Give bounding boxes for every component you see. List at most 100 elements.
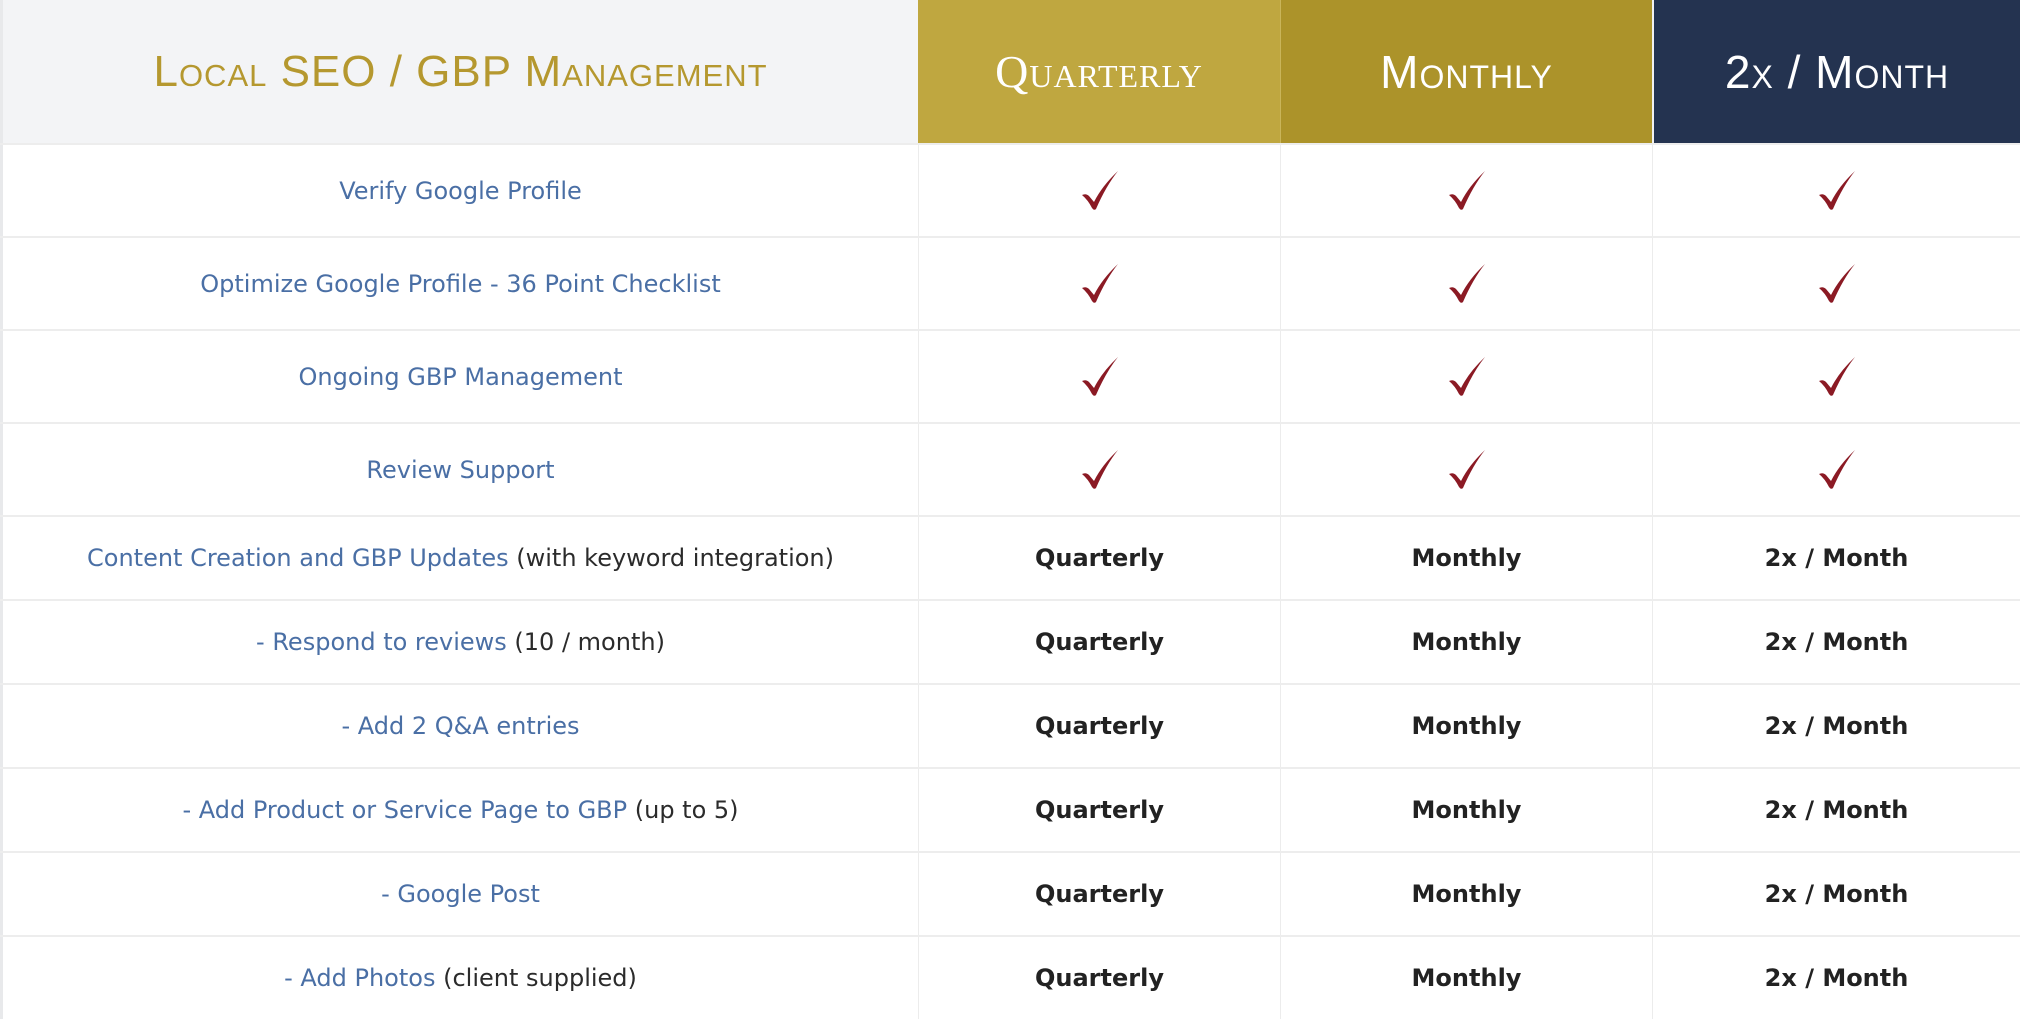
twice-monthly-cell	[1652, 145, 2020, 236]
feature-label: Review Support	[366, 455, 555, 484]
frequency-value: Monthly	[1411, 796, 1522, 824]
monthly-cell	[1280, 424, 1652, 515]
monthly-cell	[1280, 238, 1652, 329]
monthly-cell: Monthly	[1280, 853, 1652, 935]
frequency-value: Monthly	[1411, 964, 1522, 992]
monthly-cell: Monthly	[1280, 685, 1652, 767]
frequency-value: 2x / Month	[1764, 544, 1909, 572]
twice-monthly-cell: 2x / Month	[1652, 601, 2020, 683]
table-row: - Add Product or Service Page to GBP (up…	[0, 767, 2020, 851]
checkmark-icon	[1447, 169, 1487, 213]
header-monthly: Monthly	[1280, 0, 1652, 143]
feature-cell: - Add Photos (client supplied)	[0, 937, 918, 1019]
checkmark-icon	[1447, 355, 1487, 399]
header-twice-monthly: 2x / Month	[1652, 0, 2020, 143]
table-row: Optimize Google Profile - 36 Point Check…	[0, 236, 2020, 329]
quarterly-cell	[918, 331, 1280, 422]
quarterly-cell: Quarterly	[918, 517, 1280, 599]
table-row: Review Support	[0, 422, 2020, 515]
feature-label: - Add 2 Q&A entries	[341, 712, 580, 740]
twice-monthly-cell	[1652, 238, 2020, 329]
feature-note: (10 / month)	[506, 628, 665, 656]
column-title-twice-monthly: 2x / Month	[1724, 45, 1950, 98]
table-row: - Respond to reviews (10 / month) Quarte…	[0, 599, 2020, 683]
quarterly-cell: Quarterly	[918, 601, 1280, 683]
table-row: - Add Photos (client supplied) Quarterly…	[0, 935, 2020, 1019]
table-row: Content Creation and GBP Updates (with k…	[0, 515, 2020, 599]
quarterly-cell	[918, 238, 1280, 329]
feature-label: Verify Google Profile	[339, 176, 582, 205]
feature-cell: - Add Product or Service Page to GBP (up…	[0, 769, 918, 851]
feature-note: (with keyword integration)	[508, 544, 834, 572]
frequency-value: Quarterly	[1035, 964, 1164, 992]
feature-label: Content Creation and GBP Updates	[87, 544, 509, 572]
feature-cell: Optimize Google Profile - 36 Point Check…	[0, 238, 918, 329]
frequency-value: 2x / Month	[1764, 712, 1909, 740]
column-title-quarterly: Quarterly	[995, 46, 1203, 97]
table-row: - Google Post Quarterly Monthly 2x / Mon…	[0, 851, 2020, 935]
feature-label: Ongoing GBP Management	[298, 362, 623, 391]
table-title: Local SEO / GBP Management	[153, 46, 768, 96]
twice-monthly-cell: 2x / Month	[1652, 853, 2020, 935]
checkmark-icon	[1447, 448, 1487, 492]
table-row: Verify Google Profile	[0, 143, 2020, 236]
quarterly-cell	[918, 145, 1280, 236]
checkmark-icon	[1080, 355, 1120, 399]
feature-cell: - Add 2 Q&A entries	[0, 685, 918, 767]
twice-monthly-cell: 2x / Month	[1652, 937, 2020, 1019]
checkmark-icon	[1447, 262, 1487, 306]
frequency-value: Monthly	[1411, 880, 1522, 908]
feature-cell: - Google Post	[0, 853, 918, 935]
frequency-value: Quarterly	[1035, 796, 1164, 824]
frequency-value: Monthly	[1411, 628, 1522, 656]
twice-monthly-cell: 2x / Month	[1652, 517, 2020, 599]
frequency-value: Quarterly	[1035, 628, 1164, 656]
checkmark-icon	[1817, 355, 1857, 399]
twice-monthly-cell: 2x / Month	[1652, 769, 2020, 851]
column-title-monthly: Monthly	[1380, 45, 1553, 98]
feature-note: (client supplied)	[435, 964, 637, 992]
frequency-value: 2x / Month	[1764, 964, 1909, 992]
frequency-value: Quarterly	[1035, 712, 1164, 740]
feature-label: Optimize Google Profile - 36 Point Check…	[200, 269, 721, 298]
monthly-cell: Monthly	[1280, 769, 1652, 851]
header-title-cell: Local SEO / GBP Management	[0, 0, 918, 143]
checkmark-icon	[1080, 262, 1120, 306]
frequency-value: 2x / Month	[1764, 880, 1909, 908]
quarterly-cell: Quarterly	[918, 937, 1280, 1019]
table-row: Ongoing GBP Management	[0, 329, 2020, 422]
twice-monthly-cell	[1652, 331, 2020, 422]
pricing-comparison-table: Local SEO / GBP Management Quarterly Mon…	[0, 0, 2020, 1019]
monthly-cell: Monthly	[1280, 517, 1652, 599]
feature-cell: Review Support	[0, 424, 918, 515]
checkmark-icon	[1817, 169, 1857, 213]
feature-cell: - Respond to reviews (10 / month)	[0, 601, 918, 683]
feature-label: - Respond to reviews	[256, 628, 507, 656]
feature-label: - Add Product or Service Page to GBP	[182, 796, 628, 824]
frequency-value: Quarterly	[1035, 880, 1164, 908]
quarterly-cell: Quarterly	[918, 685, 1280, 767]
feature-cell: Ongoing GBP Management	[0, 331, 918, 422]
checkmark-icon	[1817, 262, 1857, 306]
frequency-value: Monthly	[1411, 712, 1522, 740]
header-quarterly: Quarterly	[918, 0, 1280, 143]
monthly-cell: Monthly	[1280, 937, 1652, 1019]
feature-cell: Verify Google Profile	[0, 145, 918, 236]
table-row: - Add 2 Q&A entries Quarterly Monthly 2x…	[0, 683, 2020, 767]
frequency-value: 2x / Month	[1764, 628, 1909, 656]
frequency-value: 2x / Month	[1764, 796, 1909, 824]
checkmark-icon	[1080, 169, 1120, 213]
monthly-cell: Monthly	[1280, 601, 1652, 683]
feature-cell: Content Creation and GBP Updates (with k…	[0, 517, 918, 599]
checkmark-icon	[1817, 448, 1857, 492]
table-header: Local SEO / GBP Management Quarterly Mon…	[0, 0, 2020, 143]
quarterly-cell	[918, 424, 1280, 515]
quarterly-cell: Quarterly	[918, 853, 1280, 935]
quarterly-cell: Quarterly	[918, 769, 1280, 851]
frequency-value: Monthly	[1411, 544, 1522, 572]
twice-monthly-cell	[1652, 424, 2020, 515]
twice-monthly-cell: 2x / Month	[1652, 685, 2020, 767]
monthly-cell	[1280, 331, 1652, 422]
feature-label: - Google Post	[381, 880, 540, 908]
feature-label: - Add Photos	[284, 964, 436, 992]
